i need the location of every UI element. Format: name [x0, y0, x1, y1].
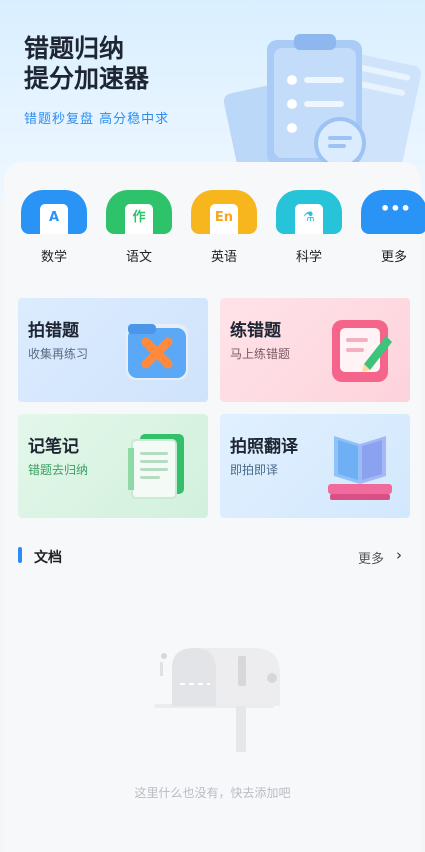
notes-subtitle: 错题去归纳 — [28, 463, 89, 477]
more-icon: ••• — [361, 190, 425, 234]
notes-book-icon — [128, 434, 184, 499]
notes-title: 记笔记 — [28, 437, 79, 457]
notes-tile[interactable]: 记笔记 错题去归纳 — [18, 414, 208, 518]
mailbox-empty-illustration — [154, 648, 280, 752]
science-icon: ⚗ — [276, 190, 342, 234]
math-icon: A — [21, 190, 87, 234]
practice-mistake-title: 练错题 — [230, 321, 281, 341]
english-glyph: En — [210, 204, 238, 234]
notebook-pencil-icon — [332, 320, 392, 382]
subject-label-chinese: 语文 — [125, 250, 152, 265]
hero-title-line2: 提分加速器 — [24, 64, 150, 93]
book-stack-icon — [328, 436, 392, 500]
folder-x-icon — [126, 324, 188, 380]
subject-label-english: 英语 — [210, 250, 237, 265]
practice-mistake-tile[interactable]: 练错题 马上练错题 — [220, 298, 410, 402]
more-glyph: ••• — [380, 199, 411, 218]
hero-title: 错题归纳 提分加速器 — [24, 34, 149, 94]
english-icon: En — [191, 190, 257, 234]
section-accent-bar — [18, 547, 22, 563]
photo-mistake-subtitle: 收集再练习 — [28, 347, 89, 361]
translate-title: 拍照翻译 — [230, 437, 298, 457]
subject-math[interactable]: A 数学 — [19, 190, 89, 265]
subject-label-math: 数学 — [40, 250, 67, 265]
photo-mistake-title: 拍错题 — [28, 321, 79, 341]
translate-subtitle: 即拍即译 — [230, 463, 279, 477]
subject-chinese[interactable]: 作 语文 — [104, 190, 174, 265]
math-glyph: A — [40, 204, 68, 234]
practice-mistake-subtitle: 马上练错题 — [230, 347, 291, 361]
subject-label-more: 更多 — [380, 250, 407, 265]
subject-label-science: 科学 — [295, 250, 322, 265]
hero-title-line1: 错题归纳 — [24, 34, 125, 63]
subject-english[interactable]: En 英语 — [189, 190, 259, 265]
main-card: A 数学 作 语文 En 英语 ⚗ 科学 ••• 更多 拍错题 收集再练习 练错… — [4, 162, 425, 852]
documents-title: 文档 — [34, 550, 62, 566]
chevron-right-icon[interactable]: › — [396, 546, 402, 564]
subject-more[interactable]: ••• 更多 — [359, 190, 425, 265]
translate-tile[interactable]: 拍照翻译 即拍即译 — [220, 414, 410, 518]
hero-subtitle: 错题秒复盘 高分稳中求 — [24, 112, 170, 127]
subject-science[interactable]: ⚗ 科学 — [274, 190, 344, 265]
documents-more-link[interactable]: 更多 — [358, 548, 384, 567]
documents-header: 文档 更多 › — [4, 542, 421, 572]
clipboard-illustration — [223, 34, 422, 174]
empty-state-text: 这里什么也没有，快去添加吧 — [134, 786, 291, 800]
chinese-icon: 作 — [106, 190, 172, 234]
subject-row: A 数学 作 语文 En 英语 ⚗ 科学 ••• 更多 — [4, 190, 425, 270]
photo-mistake-tile[interactable]: 拍错题 收集再练习 — [18, 298, 208, 402]
science-glyph: ⚗ — [295, 204, 323, 234]
chinese-glyph: 作 — [125, 204, 153, 234]
